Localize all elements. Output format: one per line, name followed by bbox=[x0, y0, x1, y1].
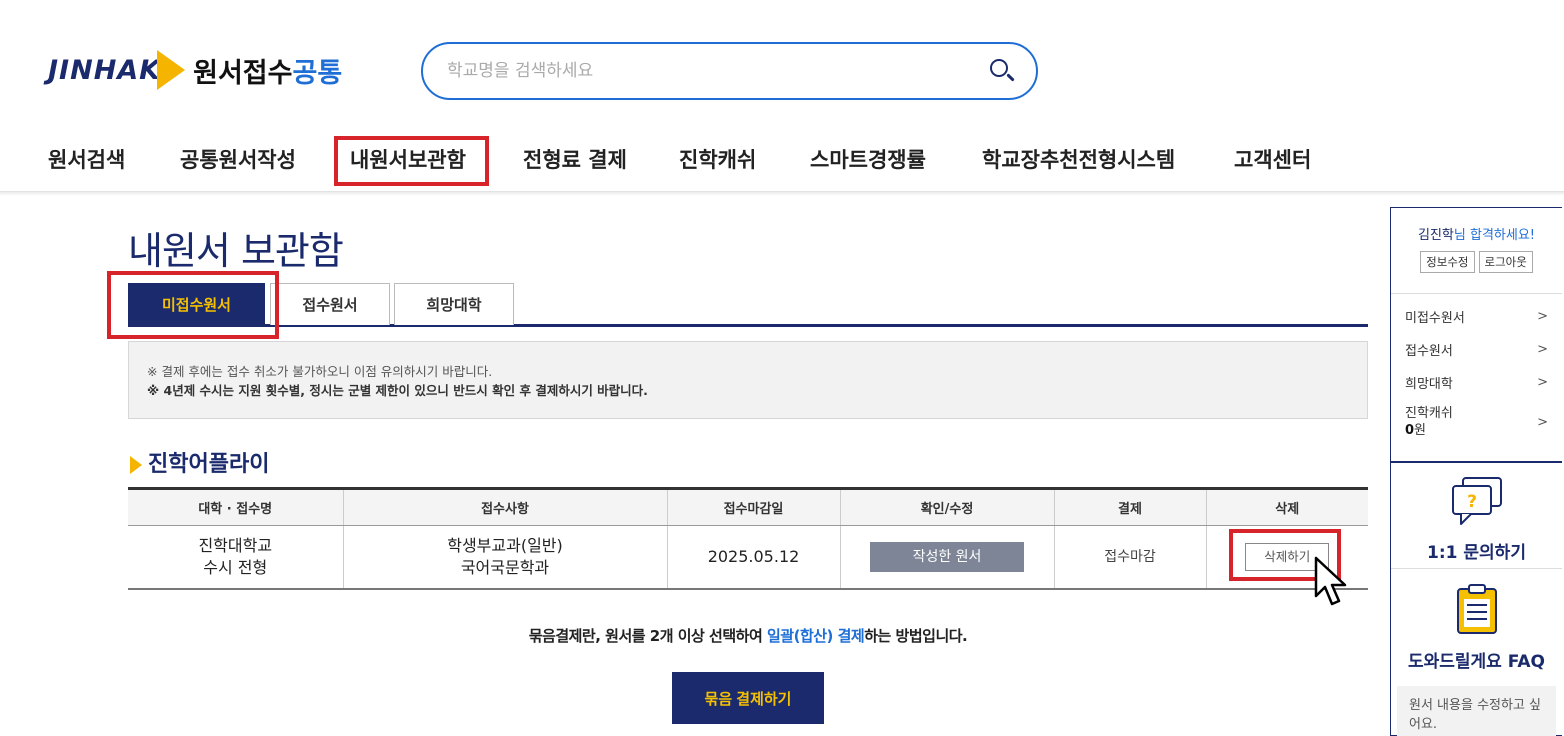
cash-unit: 원 bbox=[1414, 423, 1427, 438]
clipboard-list-icon bbox=[1456, 584, 1497, 634]
tab-bar: 미접수원서 접수원서 희망대학 bbox=[128, 283, 1368, 327]
header-divider bbox=[0, 192, 1564, 196]
school-search-box bbox=[421, 42, 1038, 100]
notice-line-2: ※ 4년제 수시는 지원 횟수별, 정시는 군별 제한이 있으니 반드시 확인 … bbox=[147, 383, 648, 398]
nav-item-smart-competition[interactable]: 스마트경쟁률 bbox=[810, 144, 926, 174]
cell-info: 학생부교과(일반) 국어국문학과 bbox=[342, 525, 667, 590]
logo-arrow-icon bbox=[157, 50, 186, 90]
table-row: 진학대학교 수시 전형 학생부교과(일반) 국어국문학과 2025.05.12 … bbox=[128, 525, 1368, 590]
cash-value: 0 bbox=[1405, 423, 1415, 438]
chevron-right-icon: > bbox=[1537, 375, 1548, 390]
section-title: 진학어플라이 bbox=[130, 446, 269, 478]
col-header-delete: 삭제 bbox=[1205, 487, 1368, 526]
qa-link[interactable]: ? 1:1 문의하기 bbox=[1391, 470, 1562, 563]
user-name: 김진학 bbox=[1418, 228, 1454, 243]
page: JINHAK 원서접수 공통 원서검색 공통원서작성 내원서보관함 전형료 결제… bbox=[0, 0, 1564, 736]
faq-question-item[interactable]: 원서 내용을 수정하고 싶어요. bbox=[1397, 686, 1556, 736]
cash-label: 진학캐쉬 bbox=[1405, 406, 1453, 421]
tab-wish-univ[interactable]: 희망대학 bbox=[394, 283, 514, 325]
page-title: 내원서 보관함 bbox=[128, 229, 344, 273]
cell-deadline: 2025.05.12 bbox=[666, 525, 840, 590]
logo-title-blue: 공통 bbox=[292, 57, 343, 89]
col-header-univ: 대학 · 접수명 bbox=[128, 487, 343, 526]
col-header-info: 접수사항 bbox=[342, 487, 667, 526]
side-menu: 미접수원서 > 접수원서 > 희망대학 > 진학캐쉬 0원 > bbox=[1391, 293, 1562, 445]
nav-item-customer-center[interactable]: 고객센터 bbox=[1234, 144, 1311, 174]
edit-info-button[interactable]: 정보수정 bbox=[1420, 251, 1475, 273]
chevron-right-icon: > bbox=[1537, 342, 1548, 357]
section-title-text: 진학어플라이 bbox=[148, 452, 270, 477]
greeting-text: 님 합격하세요! bbox=[1453, 228, 1535, 243]
cash-info: 진학캐쉬 0원 bbox=[1405, 405, 1453, 439]
written-application-button[interactable]: 작성한 원서 bbox=[870, 541, 1024, 572]
logout-button[interactable]: 로그아웃 bbox=[1478, 251, 1533, 273]
bundle-text-after: 하는 방법입니다. bbox=[864, 627, 968, 645]
chevron-right-icon bbox=[130, 456, 142, 474]
logo-title-black: 원서접수 bbox=[193, 57, 293, 89]
tab-submitted[interactable]: 접수원서 bbox=[270, 283, 390, 325]
table-header-row: 대학 · 접수명 접수사항 접수마감일 확인/수정 결제 삭제 bbox=[128, 487, 1368, 526]
side-panel: 김진학님 합격하세요! 정보수정 로그아웃 미접수원서 > 접수원서 > 희망대학 >… bbox=[1390, 207, 1562, 736]
nav-item-principal-recommendation[interactable]: 학교장추천전형시스템 bbox=[982, 144, 1175, 174]
nav-item-jinhak-cash[interactable]: 진학캐쉬 bbox=[679, 144, 756, 174]
chat-question-icon: ? bbox=[1451, 477, 1502, 525]
tab-highlight-box bbox=[107, 271, 279, 339]
svg-text:?: ? bbox=[1467, 492, 1477, 512]
main-nav: 원서검색 공통원서작성 내원서보관함 전형료 결제 진학캐쉬 스마트경쟁률 학교… bbox=[0, 130, 1564, 192]
notice-line-1: ※ 결제 후에는 접수 취소가 불가하오니 이점 유의하시기 바랍니다. bbox=[147, 364, 493, 379]
nav-highlight-box bbox=[334, 136, 489, 186]
faq-label[interactable]: 도와드릴게요 FAQ bbox=[1391, 647, 1562, 672]
bundle-payment-description: 묶음결제란, 원서를 2개 이상 선택하여 일괄(합산) 결제하는 방법입니다. bbox=[0, 625, 1496, 646]
notice-box: ※ 결제 후에는 접수 취소가 불가하오니 이점 유의하시기 바랍니다. ※ 4… bbox=[128, 341, 1368, 419]
univ-admission-type: 수시 전형 bbox=[203, 557, 268, 577]
payment-status: 접수마감 bbox=[1104, 549, 1156, 566]
admission-track: 학생부교과(일반) bbox=[447, 535, 563, 555]
bundle-text-before: 묶음결제란, 원서를 2개 이상 선택하여 bbox=[528, 627, 767, 645]
user-buttons: 정보수정 로그아웃 bbox=[1399, 251, 1554, 273]
nav-item-common-application[interactable]: 공통원서작성 bbox=[180, 144, 296, 174]
cell-univ: 진학대학교 수시 전형 bbox=[128, 525, 343, 590]
mouse-cursor-icon bbox=[1314, 556, 1347, 606]
side-item-label: 미접수원서 bbox=[1405, 311, 1465, 326]
search-input[interactable] bbox=[447, 61, 988, 81]
side-item-unsubmitted[interactable]: 미접수원서 > bbox=[1405, 300, 1548, 333]
side-item-label: 접수원서 bbox=[1405, 344, 1453, 359]
univ-name: 진학대학교 bbox=[198, 535, 273, 555]
chevron-right-icon: > bbox=[1537, 414, 1548, 430]
col-header-deadline: 접수마감일 bbox=[666, 487, 840, 526]
chevron-right-icon: > bbox=[1537, 309, 1548, 324]
application-table: 대학 · 접수명 접수사항 접수마감일 확인/수정 결제 삭제 진학대학교 수시… bbox=[128, 487, 1368, 590]
department: 국어국문학과 bbox=[460, 557, 550, 577]
nav-item-application-search[interactable]: 원서검색 bbox=[48, 144, 125, 174]
search-icon[interactable] bbox=[988, 57, 1016, 85]
side-item-wish-univ[interactable]: 희망대학 > bbox=[1405, 366, 1548, 399]
bundle-text-highlight: 일괄(합산) 결제 bbox=[766, 627, 865, 645]
col-header-payment: 결제 bbox=[1053, 487, 1206, 526]
logo-brand: JINHAK bbox=[48, 54, 162, 86]
nav-item-fee-payment[interactable]: 전형료 결제 bbox=[523, 144, 627, 174]
cell-payment: 접수마감 bbox=[1053, 525, 1206, 590]
col-header-confirm: 확인/수정 bbox=[839, 487, 1054, 526]
user-greeting: 김진학님 합격하세요! 정보수정 로그아웃 bbox=[1391, 208, 1562, 273]
side-divider bbox=[1391, 461, 1562, 463]
site-logo[interactable]: JINHAK 원서접수 공통 bbox=[48, 44, 342, 96]
cell-confirm: 작성한 원서 bbox=[839, 525, 1054, 590]
side-item-submitted[interactable]: 접수원서 > bbox=[1405, 333, 1548, 366]
qa-label: 1:1 문의하기 bbox=[1427, 543, 1526, 563]
faq-section: 도와드릴게요 FAQ 원서 내용을 수정하고 싶어요. bbox=[1391, 568, 1562, 736]
side-item-cash[interactable]: 진학캐쉬 0원 > bbox=[1405, 399, 1548, 445]
bundle-payment-button[interactable]: 묶음 결제하기 bbox=[672, 672, 824, 724]
side-item-label: 희망대학 bbox=[1405, 377, 1453, 392]
